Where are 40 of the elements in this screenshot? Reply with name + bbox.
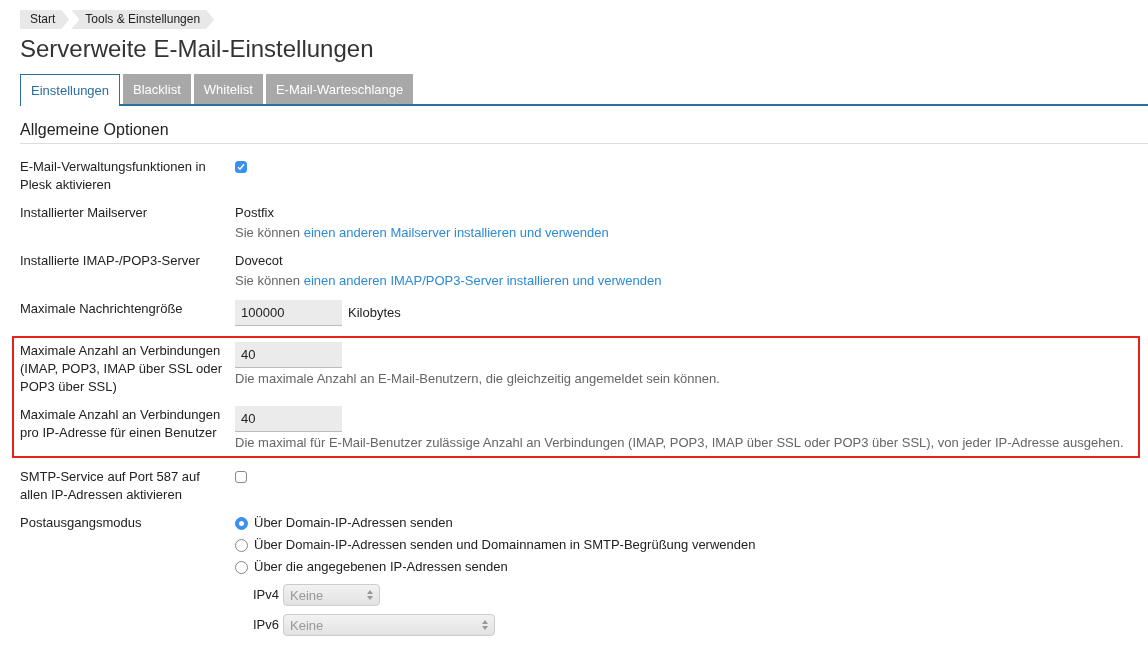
hint-text: Die maximal für E-Mail-Benutzer zulässige Anzahl an Verbindungen (IMAP, POP3, IMAP über SSL oder POP3 über SSL), von jeder IP-Adresse ausgehen. bbox=[235, 434, 1125, 452]
input-field[interactable]: 40 bbox=[235, 342, 342, 368]
radio-button[interactable] bbox=[235, 538, 248, 552]
field-label: E-Mail-Verwaltungsfunktionen in Plesk aktivieren bbox=[20, 158, 207, 194]
hint-text: Sie können einen anderen Mailserver installieren und verwenden bbox=[235, 224, 610, 242]
tab[interactable]: Blacklist bbox=[123, 74, 191, 104]
radio-button[interactable] bbox=[235, 560, 248, 574]
checkbox[interactable] bbox=[235, 161, 247, 173]
input-field[interactable]: 40 bbox=[235, 406, 342, 432]
install-link[interactable]: einen anderen IMAP/POP3-Server installieren und verwenden bbox=[303, 273, 662, 288]
up-down-arrows-icon bbox=[367, 590, 373, 600]
unit-label: Kilobytes bbox=[348, 304, 401, 322]
radio-label: Über Domain-IP-Adressen senden bbox=[254, 514, 453, 532]
server-name: Postfix bbox=[235, 204, 275, 222]
hint-text: Sie können einen anderen IMAP/POP3-Server installieren und verwenden bbox=[235, 272, 663, 290]
checkbox[interactable] bbox=[235, 471, 247, 483]
input-field[interactable]: 100000 bbox=[235, 300, 342, 326]
radio-label: Über Domain-IP-Adressen senden und Domainnamen in SMTP-Begrüßung verwenden bbox=[254, 536, 756, 554]
radio-button[interactable] bbox=[235, 516, 248, 530]
radio-label: Über die angegebenen IP-Adressen senden bbox=[254, 558, 508, 576]
hint-text: Die maximale Anzahl an E-Mail-Benutzern, die gleichzeitig angemeldet sein können. bbox=[235, 370, 721, 388]
select-label: IPv4 bbox=[253, 586, 279, 604]
page-title: Serverweite E-Mail-Einstellungen bbox=[20, 35, 375, 63]
tab[interactable]: Einstellungen bbox=[20, 74, 121, 106]
field-label: Maximale Anzahl an Verbindungen (IMAP, POP3, IMAP über SSL oder POP3 über SSL) bbox=[20, 342, 224, 396]
section-heading: Allgemeine Optionen bbox=[20, 121, 1148, 144]
breadcrumb-item[interactable]: Tools & Einstellungen bbox=[71, 10, 215, 29]
field-label: Maximale Nachrichtengröße bbox=[20, 300, 184, 318]
field-label: Installierte IMAP-/POP3-Server bbox=[20, 252, 201, 270]
field-label: Postausgangsmodus bbox=[20, 514, 143, 532]
breadcrumb-item[interactable]: Start bbox=[20, 10, 70, 29]
field-label: SMTP-Service auf Port 587 auf allen IP-Adressen aktivieren bbox=[20, 468, 201, 504]
install-link[interactable]: einen anderen Mailserver installieren und verwenden bbox=[303, 225, 609, 240]
server-name: Dovecot bbox=[235, 252, 284, 270]
tab[interactable]: E-Mail-Warteschlange bbox=[265, 74, 414, 104]
field-label: Installierter Mailserver bbox=[20, 204, 149, 222]
field-label: Maximale Anzahl an Verbindungen pro IP-Adresse für einen Benutzer bbox=[20, 406, 222, 442]
up-down-arrows-icon bbox=[482, 620, 488, 630]
tab[interactable]: Whitelist bbox=[193, 74, 263, 104]
select-label: IPv6 bbox=[253, 616, 279, 634]
